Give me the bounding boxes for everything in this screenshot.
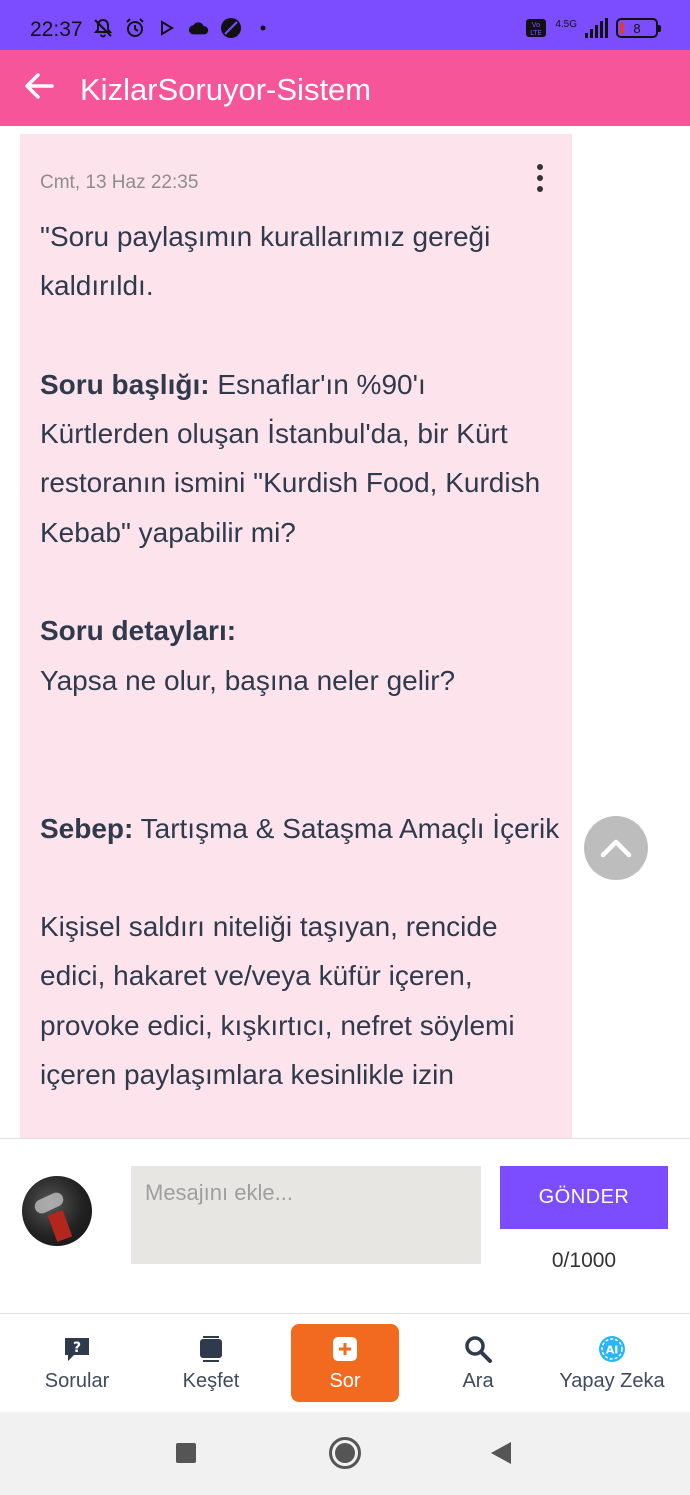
cards-stack-icon (196, 1334, 226, 1364)
battery-level: 8 (633, 20, 641, 36)
network-type: 4.5G (555, 18, 577, 30)
svg-text:?: ? (73, 1340, 81, 1356)
nav-label-sorular: Sorular (44, 1369, 110, 1392)
cloud-icon (188, 17, 210, 39)
ai-badge-icon: AI (597, 1334, 627, 1364)
plus-square-icon (330, 1334, 360, 1364)
back-arrow-icon[interactable] (22, 66, 58, 106)
back-icon[interactable] (490, 1441, 512, 1470)
message-input[interactable] (131, 1166, 481, 1264)
app-bar: KizlarSoruyor-Sistem (0, 50, 690, 126)
send-button[interactable]: GÖNDER (500, 1166, 668, 1229)
removal-reason-label: Sebep: (40, 812, 134, 844)
status-bar: 22:37 Vo LTE 4.5G 8 (0, 0, 690, 50)
nav-item-sorular[interactable]: ? Sorular (17, 1324, 137, 1402)
nav-item-kesfet[interactable]: Keşfet (151, 1324, 271, 1402)
question-title-label: Soru başlığı: (40, 368, 210, 400)
message-intro: "Soru paylaşımın kurallarımız gereği kal… (40, 221, 491, 302)
nav-label-yapay-zeka: Yapay Zeka (559, 1369, 665, 1392)
svg-text:LTE: LTE (530, 29, 542, 37)
message-body: "Soru paylaşımın kurallarımız gereği kal… (40, 212, 560, 1099)
nav-item-sor[interactable]: Sor (291, 1324, 399, 1402)
play-icon (156, 17, 178, 39)
chevron-up-icon (600, 839, 632, 858)
question-bubble-icon: ? (62, 1334, 92, 1364)
more-options-icon[interactable] (534, 164, 546, 196)
question-details-label: Soru detayları: (40, 615, 237, 647)
volte-icon: Vo LTE (525, 17, 547, 39)
signal-icon (585, 18, 608, 38)
alarm-icon (124, 17, 146, 39)
nav-item-yapay-zeka[interactable]: AI Yapay Zeka (552, 1324, 672, 1402)
recents-icon[interactable] (175, 1442, 197, 1469)
svg-text:Vo: Vo (532, 21, 541, 29)
nav-label-sor: Sor (329, 1369, 361, 1392)
message-area[interactable]: Cmt, 13 Haz 22:35 "Soru paylaşımın kural… (0, 126, 690, 1138)
svg-text:AI: AI (606, 1343, 619, 1356)
nav-label-ara: Ara (462, 1369, 494, 1392)
avatar (22, 1176, 92, 1246)
page-title: KizlarSoruyor-Sistem (80, 72, 372, 107)
nav-item-ara[interactable]: Ara (418, 1324, 538, 1402)
removal-reason: Sebep: Tartışma & Sataşma Amaçlı İçerik (40, 804, 560, 853)
search-icon (463, 1334, 493, 1364)
home-icon[interactable] (328, 1436, 362, 1475)
removal-reason-text: Tartışma & Sataşma Amaçlı İçerik (133, 812, 560, 844)
muted-bell-icon (92, 17, 114, 39)
rule-text: Kişisel saldırı niteliği taşıyan, rencid… (40, 911, 515, 1091)
dot-icon (252, 17, 274, 39)
question-details-text: Yapsa ne olur, başına neler gelir? (40, 664, 456, 696)
system-nav-bar (0, 1412, 690, 1495)
status-icons-left (92, 17, 274, 39)
message-composer: GÖNDER 0/1000 (0, 1138, 690, 1314)
character-counter: 0/1000 (551, 1249, 617, 1272)
scroll-to-top-button[interactable] (584, 816, 648, 880)
message-date: Cmt, 13 Haz 22:35 (40, 172, 199, 193)
status-time: 22:37 (30, 18, 83, 41)
status-icons-right: Vo LTE 4.5G 8 (525, 17, 661, 39)
message-bubble: Cmt, 13 Haz 22:35 "Soru paylaşımın kural… (20, 134, 572, 1138)
question-title: Soru başlığı: Esnaflar'ın %90'ı Kürtlerd… (40, 360, 560, 557)
no-data-icon (220, 17, 242, 39)
bottom-nav: ? Sorular Keşfet Sor Ara AI Yapay Zeka (0, 1314, 690, 1412)
nav-label-kesfet: Keşfet (182, 1369, 240, 1392)
battery-icon: 8 (616, 18, 661, 38)
